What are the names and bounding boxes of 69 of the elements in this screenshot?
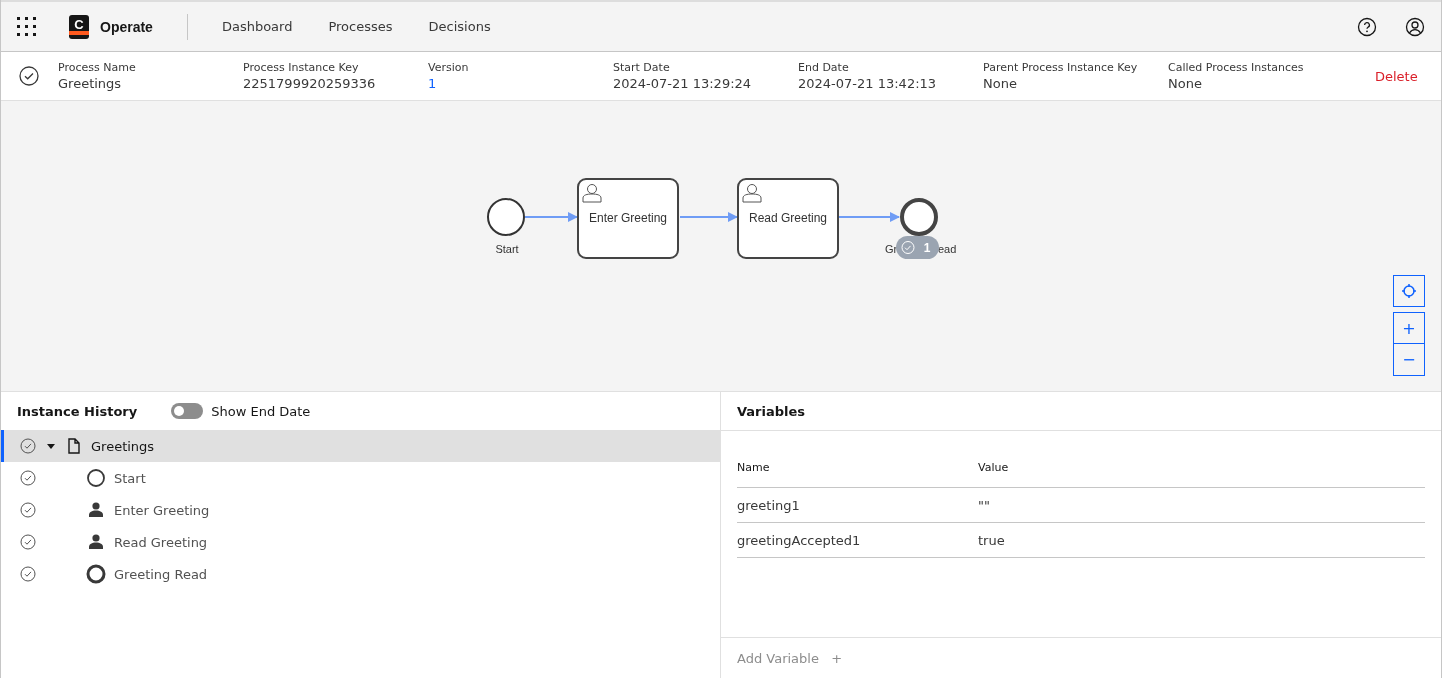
field-label: Version bbox=[428, 61, 470, 74]
completed-icon bbox=[20, 438, 36, 454]
nav-link[interactable]: Dashboard bbox=[203, 19, 311, 34]
field-value: None bbox=[1168, 76, 1203, 91]
nav-link[interactable]: Decisions bbox=[410, 19, 509, 34]
tree-item[interactable]: Greetings bbox=[1, 430, 720, 462]
task-label: Read Greeting bbox=[749, 211, 827, 225]
panel-title: Instance History bbox=[17, 403, 138, 419]
completed-icon bbox=[20, 566, 36, 582]
app-switcher-icon[interactable] bbox=[17, 16, 37, 37]
event-label: Start bbox=[495, 243, 519, 255]
toggle-label: Show End Date bbox=[211, 403, 311, 419]
version-link[interactable]: 1 bbox=[428, 76, 613, 91]
caret-icon[interactable] bbox=[46, 441, 56, 451]
variable-name: greetingAccepted1 bbox=[737, 532, 862, 548]
help-icon[interactable] bbox=[1357, 16, 1377, 37]
user-task[interactable] bbox=[737, 178, 839, 259]
user-icon bbox=[86, 500, 106, 520]
completed-icon bbox=[20, 470, 36, 486]
field-label: Parent Process Instance Key bbox=[983, 61, 1139, 74]
field-label: Start Date bbox=[613, 61, 671, 74]
zoom-out-button[interactable]: − bbox=[1393, 344, 1425, 376]
variable-name: greeting1 bbox=[737, 497, 801, 513]
column-header: Value bbox=[978, 460, 1010, 474]
crosshair-icon bbox=[1401, 283, 1417, 299]
tree-item[interactable]: Enter Greeting bbox=[1, 494, 720, 526]
event-label: Gr bbox=[885, 243, 898, 255]
variable-value: "" bbox=[978, 497, 991, 513]
field-label: Process Instance Key bbox=[243, 61, 360, 74]
thick-circle-icon bbox=[86, 564, 106, 584]
variable-value: true bbox=[978, 532, 1006, 548]
zoom-in-button[interactable]: + bbox=[1393, 312, 1425, 344]
delete-button[interactable]: Delete bbox=[1369, 64, 1424, 88]
document-icon bbox=[66, 438, 82, 454]
field-label: End Date bbox=[798, 61, 850, 74]
toggle-switch[interactable] bbox=[171, 403, 204, 419]
reset-view-button[interactable] bbox=[1393, 275, 1425, 307]
sequence-flow bbox=[679, 212, 738, 222]
tree-item[interactable]: Start bbox=[1, 462, 720, 494]
tree-item[interactable]: Read Greeting bbox=[1, 526, 720, 558]
user-icon[interactable] bbox=[1405, 16, 1425, 37]
event-label: ead bbox=[938, 243, 957, 255]
column-header: Name bbox=[737, 460, 771, 474]
field-value: 2251799920259336 bbox=[243, 76, 377, 91]
logo: C bbox=[69, 14, 89, 39]
field-value: Greetings bbox=[58, 76, 123, 91]
panel-title: Variables bbox=[737, 403, 806, 419]
task-label: Enter Greeting bbox=[589, 211, 667, 225]
field-value: None bbox=[983, 76, 1018, 91]
nav-link[interactable]: Processes bbox=[310, 19, 411, 34]
circle-icon bbox=[86, 468, 106, 488]
user-task-icon bbox=[742, 184, 762, 203]
field-value: 2024-07-21 13:42:13 bbox=[798, 76, 938, 91]
start-event[interactable] bbox=[487, 198, 525, 236]
tree-item[interactable]: Greeting Read bbox=[1, 558, 720, 590]
user-task[interactable] bbox=[577, 178, 679, 259]
user-task-icon bbox=[582, 184, 602, 203]
field-label: Called Process Instances bbox=[1168, 61, 1305, 74]
end-event[interactable] bbox=[900, 198, 938, 236]
completed-icon bbox=[20, 502, 36, 518]
app-name[interactable]: Operate bbox=[100, 18, 153, 35]
sequence-flow bbox=[838, 212, 900, 222]
user-icon bbox=[86, 532, 106, 552]
completed-badge: 1 bbox=[896, 236, 939, 259]
field-value: 2024-07-21 13:29:24 bbox=[613, 76, 753, 91]
sequence-flow bbox=[524, 212, 578, 222]
field-label: Process Name bbox=[58, 61, 137, 74]
completed-icon bbox=[19, 66, 39, 86]
completed-icon bbox=[20, 534, 36, 550]
